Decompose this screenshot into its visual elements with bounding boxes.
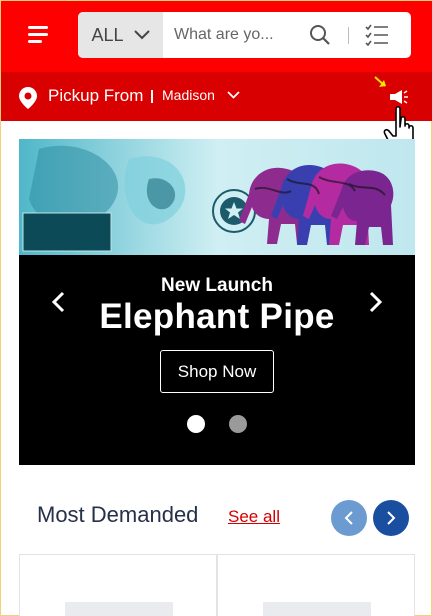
search-divider [348, 27, 349, 44]
top-header: ALL [1, 1, 432, 72]
banner-subtitle: New Launch [161, 275, 273, 296]
location-divider [151, 90, 153, 103]
carousel-dot-1[interactable] [187, 415, 205, 433]
chevron-right-icon[interactable] [365, 290, 385, 314]
pickup-label: Pickup From [48, 86, 144, 105]
carousel-dot-2[interactable] [229, 415, 247, 433]
banner-title: Elephant Pipe [99, 297, 335, 336]
product-card[interactable] [19, 554, 217, 616]
location-pin-icon [19, 87, 37, 109]
section-title: Most Demanded [37, 502, 199, 527]
product-image-placeholder [263, 602, 371, 616]
previous-button[interactable] [331, 500, 367, 536]
category-select[interactable]: ALL [78, 12, 163, 58]
store-select[interactable]: Madison [162, 87, 240, 103]
search-icon[interactable] [309, 24, 331, 46]
next-button[interactable] [373, 500, 409, 536]
pickup-location-bar: Pickup From Madison [1, 72, 432, 121]
chevron-down-icon [227, 91, 240, 99]
chevron-right-icon [387, 511, 396, 525]
checklist-icon[interactable] [365, 24, 389, 46]
banner-image [19, 139, 415, 255]
search-input[interactable] [174, 23, 304, 47]
product-image-placeholder [65, 602, 173, 616]
product-card[interactable] [217, 554, 415, 616]
promo-banner[interactable]: New Launch Elephant Pipe Shop Now [19, 139, 415, 465]
shop-now-button[interactable]: Shop Now [160, 350, 274, 393]
chevron-down-icon [133, 30, 150, 40]
search-bar: ALL [78, 12, 411, 58]
chevron-left-icon[interactable] [49, 290, 69, 314]
hamburger-menu-icon[interactable] [28, 26, 50, 44]
category-label: ALL [91, 24, 124, 45]
see-all-link[interactable]: See all [228, 507, 280, 527]
chevron-left-icon [344, 511, 353, 525]
banner-content: New Launch Elephant Pipe Shop Now [19, 255, 415, 465]
store-name: Madison [162, 87, 215, 103]
